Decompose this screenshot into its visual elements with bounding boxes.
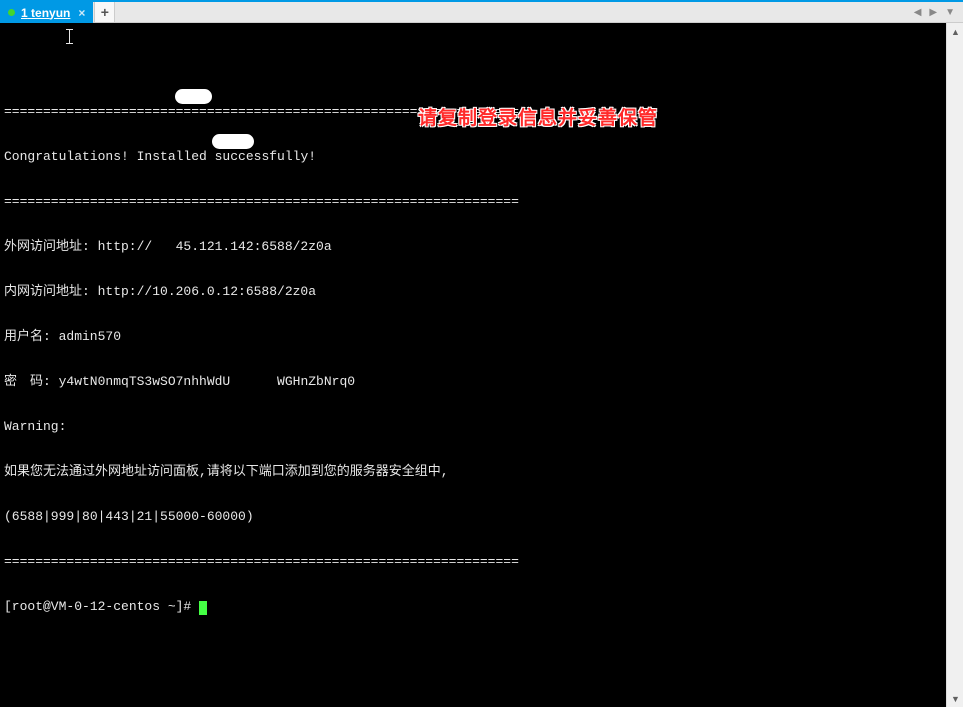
terminal-output[interactable]: ========================================… (0, 23, 946, 707)
tab-nav-controls: ◀ ▶ ▼ (914, 2, 963, 22)
terminal-line: 如果您无法通过外网地址访问面板,请将以下端口添加到您的服务器安全组中, (4, 464, 942, 479)
terminal-line: ========================================… (4, 194, 942, 209)
text-caret-icon (66, 29, 73, 44)
terminal-prompt-line: [root@VM-0-12-centos ~]# (4, 599, 942, 614)
terminal-line: 外网访问地址: http:// 45.121.142:6588/2z0a (4, 239, 942, 254)
status-dot-icon (8, 9, 15, 16)
tab-nav-left-icon[interactable]: ◀ (914, 7, 922, 18)
scroll-up-icon[interactable]: ▲ (947, 23, 963, 40)
terminal-line: Congratulations! Installed successfully! (4, 149, 942, 164)
scroll-down-icon[interactable]: ▼ (947, 690, 963, 707)
terminal-line: ========================================… (4, 104, 942, 119)
terminal-prompt: [root@VM-0-12-centos ~]# (4, 599, 199, 614)
redaction-block (175, 89, 212, 104)
vertical-scrollbar[interactable]: ▲ ▼ (946, 23, 963, 707)
terminal-line: (6588|999|80|443|21|55000-60000) (4, 509, 942, 524)
new-tab-button[interactable]: + (94, 2, 115, 23)
terminal-line: 用户名: admin570 (4, 329, 942, 344)
tab-menu-icon[interactable]: ▼ (945, 7, 955, 18)
tab-nav-right-icon[interactable]: ▶ (929, 7, 937, 18)
close-icon[interactable]: × (76, 7, 87, 19)
terminal-line: ========================================… (4, 554, 942, 569)
terminal-line: Warning: (4, 419, 942, 434)
tab-label: 1 tenyun (21, 6, 70, 20)
session-tab-1[interactable]: 1 tenyun × (0, 2, 93, 23)
redaction-block (212, 134, 254, 149)
terminal-line: 密 码: y4wtN0nmqTS3wSO7nhhWdU WGHnZbNrq0 (4, 374, 942, 389)
cursor-icon (199, 601, 207, 615)
terminal-line: 内网访问地址: http://10.206.0.12:6588/2z0a (4, 284, 942, 299)
terminal-area: ========================================… (0, 23, 963, 707)
tab-bar: 1 tenyun × + ◀ ▶ ▼ (0, 2, 963, 23)
